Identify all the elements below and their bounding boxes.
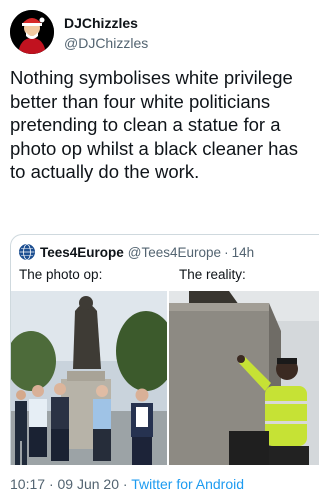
author-avatar[interactable] (10, 10, 54, 54)
reality-image[interactable] (169, 291, 319, 465)
quoted-author-avatar (19, 244, 35, 260)
author-handle[interactable]: @DJChizzles (64, 34, 148, 52)
reality-label: The reality: (179, 267, 246, 282)
quoted-author-handle: @Tees4Europe (127, 244, 222, 260)
quoted-tweet[interactable]: Tees4Europe @Tees4Europe · 14h The photo… (10, 234, 319, 465)
photo-op-label: The photo op: (19, 267, 103, 282)
tweet-time[interactable]: 10:17 (10, 476, 45, 492)
tweet-text: Nothing symbolises white privilege bette… (10, 67, 298, 182)
avatar-illustration (10, 10, 54, 54)
globe-icon (19, 244, 35, 260)
footer-dot-2: · (122, 476, 128, 492)
photo-op-image[interactable] (11, 291, 167, 465)
tweet-header: DJChizzles @DJChizzles (10, 10, 310, 58)
tweet-footer: 10:17 · 09 Jun 20 · Twitter for Android (10, 476, 244, 492)
quoted-separator: · (224, 244, 229, 260)
quoted-age: 14h (231, 244, 255, 260)
quoted-tweet-header: Tees4Europe @Tees4Europe · 14h (19, 243, 254, 261)
author-display-name[interactable]: DJChizzles (64, 14, 148, 32)
quoted-author-name: Tees4Europe (40, 244, 124, 260)
footer-dot: · (48, 476, 54, 492)
tweet-date[interactable]: 09 Jun 20 (58, 476, 120, 492)
tweet-source-link[interactable]: Twitter for Android (131, 476, 244, 492)
